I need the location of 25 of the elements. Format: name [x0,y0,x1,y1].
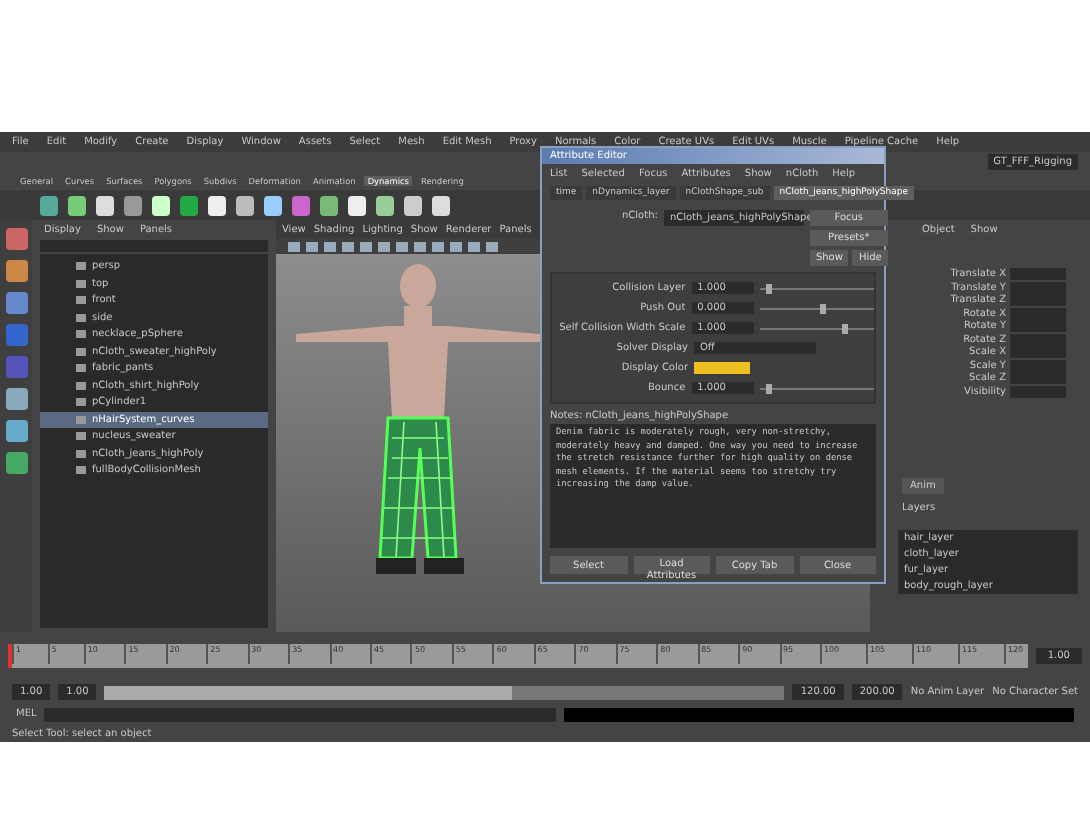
tool-icon[interactable] [5,228,27,250]
range-slider-handle[interactable] [104,685,513,699]
channel-value-field[interactable] [1010,307,1066,320]
outliner-filter-field[interactable] [40,240,268,252]
slider-thumb[interactable] [820,303,827,313]
tool-icon[interactable] [5,292,27,314]
channel-value-field[interactable] [1010,281,1066,294]
slider-thumb[interactable] [765,383,772,393]
range-slider[interactable] [104,685,785,699]
tool-icon[interactable] [5,420,27,442]
channel-value-field[interactable] [1010,346,1066,359]
channel-value-field[interactable] [1010,385,1066,398]
color-swatch[interactable] [694,362,750,374]
tool-icon[interactable] [5,260,27,282]
channel-value-field[interactable] [1010,372,1066,385]
slider-thumb[interactable] [842,323,849,333]
tool-icon[interactable] [5,452,27,474]
channel-value-field[interactable] [1010,333,1066,346]
channel-value-field[interactable] [1010,359,1066,372]
channel-value-field[interactable] [1010,320,1066,333]
channel-value-field[interactable] [1010,268,1066,281]
channel-value-field[interactable] [1010,294,1066,307]
slider-thumb[interactable] [765,283,772,293]
tool-icon[interactable] [5,388,27,410]
command-input-field[interactable] [44,707,556,721]
